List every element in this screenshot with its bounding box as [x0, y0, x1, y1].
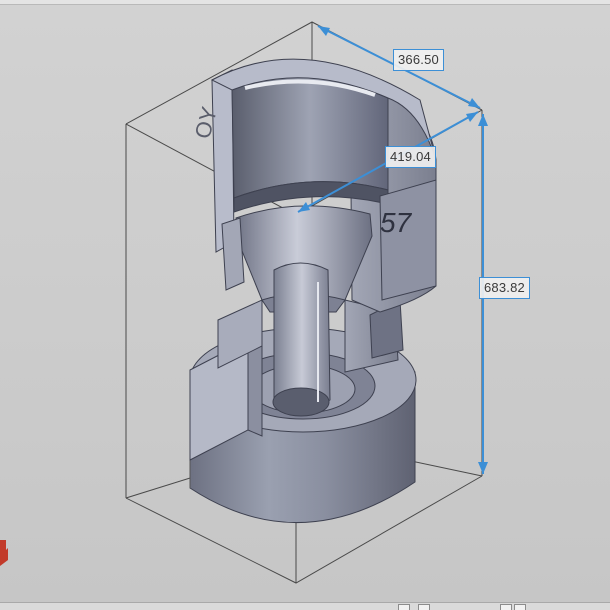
right-engraving: 57 — [380, 207, 413, 238]
dimension-depth-label[interactable]: 419.04 — [385, 146, 436, 168]
dimension-height-label[interactable]: 683.82 — [479, 277, 530, 299]
status-bar-button[interactable] — [398, 604, 410, 610]
status-bar — [0, 602, 610, 610]
status-bar-button[interactable] — [418, 604, 430, 610]
axis-triad-icon — [0, 540, 8, 566]
status-bar-button[interactable] — [514, 604, 526, 610]
model-scene[interactable]: OY 57 — [0, 0, 610, 610]
cad-viewport[interactable]: OY 57 366.50 419.04 683.82 — [0, 0, 610, 610]
dimension-width-label[interactable]: 366.50 — [393, 49, 444, 71]
center-bore[interactable] — [272, 262, 331, 417]
status-bar-button[interactable] — [500, 604, 512, 610]
